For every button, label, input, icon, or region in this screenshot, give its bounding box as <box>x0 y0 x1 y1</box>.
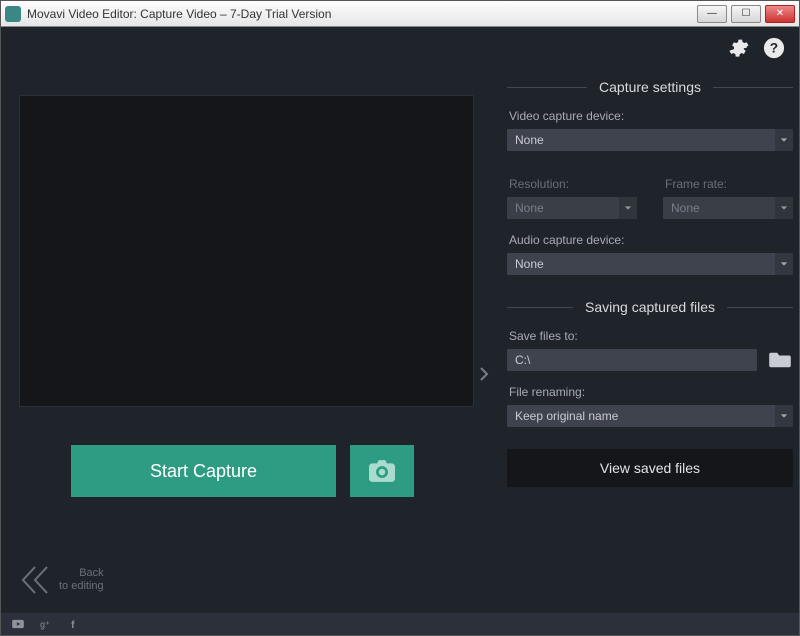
chevron-right-icon <box>479 367 489 381</box>
audio-device-label: Audio capture device: <box>509 233 793 247</box>
capture-panel: Start Capture Back to editing <box>1 67 491 635</box>
chevron-down-icon <box>780 204 788 212</box>
chevron-down-icon <box>780 136 788 144</box>
save-to-label: Save files to: <box>509 329 793 343</box>
chevron-down-icon <box>624 204 632 212</box>
framerate-label: Frame rate: <box>665 177 793 191</box>
back-label-line2: to editing <box>59 580 104 593</box>
help-icon[interactable]: ? <box>763 37 785 59</box>
video-device-label: Video capture device: <box>509 109 793 123</box>
snapshot-button[interactable] <box>350 445 414 497</box>
footer-bar: g⁺ f <box>1 613 799 635</box>
titlebar[interactable]: Movavi Video Editor: Capture Video – 7-D… <box>1 1 799 27</box>
app-window: Movavi Video Editor: Capture Video – 7-D… <box>0 0 800 636</box>
folder-icon <box>769 351 791 369</box>
saving-files-header: Saving captured files <box>507 299 793 315</box>
back-chevrons-icon <box>17 563 53 597</box>
app-body: ? Start Capture Back to editing <box>1 27 799 635</box>
camera-icon <box>369 460 395 482</box>
browse-folder-button[interactable] <box>767 349 793 371</box>
window-controls: — ☐ ✕ <box>693 5 795 23</box>
facebook-icon[interactable]: f <box>67 617 81 631</box>
svg-text:f: f <box>71 620 75 631</box>
google-plus-icon[interactable]: g⁺ <box>39 617 53 631</box>
renaming-label: File renaming: <box>509 385 793 399</box>
renaming-select[interactable]: Keep original name <box>507 405 793 427</box>
window-title: Movavi Video Editor: Capture Video – 7-D… <box>27 7 693 21</box>
save-path-input[interactable]: C:\ <box>507 349 757 371</box>
collapse-panel-toggle[interactable] <box>479 367 489 384</box>
video-device-select[interactable]: None <box>507 129 793 151</box>
svg-text:g⁺: g⁺ <box>40 620 50 630</box>
chevron-down-icon <box>780 412 788 420</box>
view-saved-files-button[interactable]: View saved files <box>507 449 793 487</box>
start-capture-button[interactable]: Start Capture <box>71 445 336 497</box>
resolution-label: Resolution: <box>509 177 637 191</box>
minimize-button[interactable]: — <box>697 5 727 23</box>
close-button[interactable]: ✕ <box>765 5 795 23</box>
chevron-down-icon <box>780 260 788 268</box>
back-button[interactable]: Back to editing <box>17 563 104 597</box>
audio-device-select[interactable]: None <box>507 253 793 275</box>
app-icon <box>5 6 21 22</box>
settings-panel: Capture settings Video capture device: N… <box>491 67 799 635</box>
youtube-icon[interactable] <box>11 617 25 631</box>
framerate-select: None <box>663 197 793 219</box>
svg-text:?: ? <box>770 41 778 56</box>
capture-settings-header: Capture settings <box>507 79 793 95</box>
resolution-select: None <box>507 197 637 219</box>
gear-icon[interactable] <box>727 37 749 59</box>
maximize-button[interactable]: ☐ <box>731 5 761 23</box>
back-label-line1: Back <box>59 567 104 580</box>
video-preview <box>19 95 474 407</box>
